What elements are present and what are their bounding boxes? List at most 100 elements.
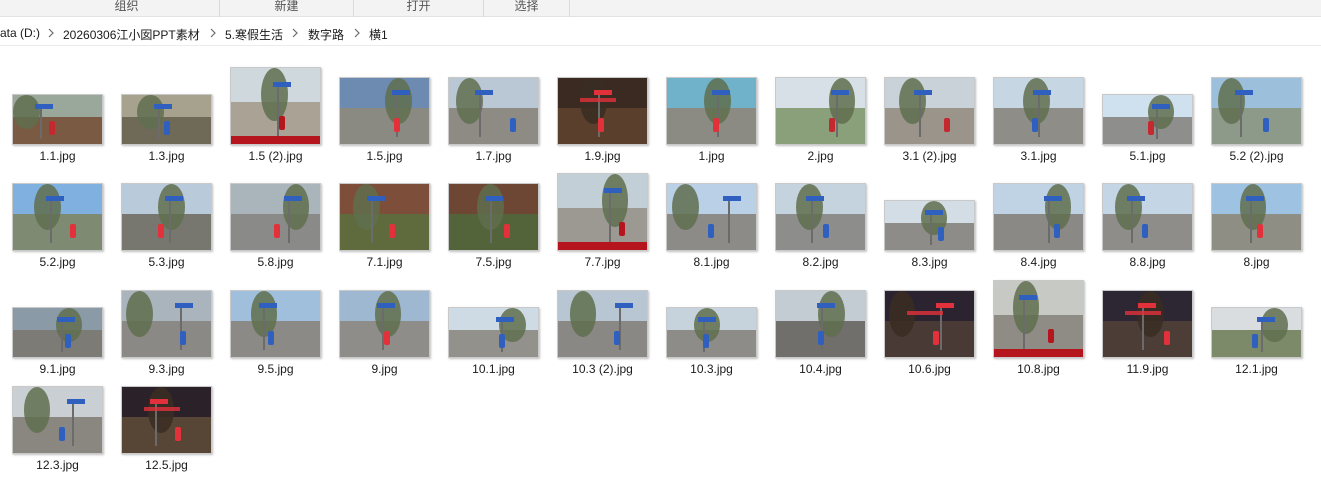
- file-item[interactable]: 11.9.jpg: [1093, 286, 1202, 382]
- file-item[interactable]: 12.3.jpg: [3, 382, 112, 478]
- file-thumbnail[interactable]: [439, 179, 548, 251]
- file-thumbnail[interactable]: [984, 280, 1093, 358]
- file-thumbnail[interactable]: [657, 286, 766, 358]
- file-item[interactable]: 10.6.jpg: [875, 286, 984, 382]
- file-item[interactable]: 8.jpg: [1202, 179, 1311, 275]
- photo-thumbnail-image: [1211, 307, 1302, 358]
- thumb-person: [1257, 224, 1264, 239]
- file-item[interactable]: 8.4.jpg: [984, 179, 1093, 275]
- file-thumbnail[interactable]: [112, 382, 221, 454]
- file-item[interactable]: 1.1.jpg: [3, 73, 112, 169]
- file-item[interactable]: 9.jpg: [330, 286, 439, 382]
- file-item[interactable]: 7.1.jpg: [330, 179, 439, 275]
- file-thumbnail[interactable]: [112, 73, 221, 145]
- thumb-street-sign: [474, 89, 493, 95]
- file-thumbnail[interactable]: [766, 286, 875, 358]
- file-item[interactable]: 1.3.jpg: [112, 73, 221, 169]
- file-thumbnail[interactable]: [875, 73, 984, 145]
- file-item[interactable]: 1.jpg: [657, 73, 766, 169]
- file-item[interactable]: 2.jpg: [766, 73, 875, 169]
- chevron-right-icon[interactable]: [353, 28, 361, 38]
- file-name: 1.7.jpg: [475, 149, 512, 163]
- file-thumbnail[interactable]: [112, 179, 221, 251]
- file-thumbnail[interactable]: [221, 286, 330, 358]
- file-item[interactable]: 1.7.jpg: [439, 73, 548, 169]
- photo-thumbnail-image: [339, 290, 430, 358]
- breadcrumb-folder-winter[interactable]: 5.寒假生活: [225, 26, 283, 43]
- file-item[interactable]: 12.1.jpg: [1202, 286, 1311, 382]
- file-thumbnail[interactable]: [221, 67, 330, 145]
- file-thumbnail[interactable]: [766, 73, 875, 145]
- file-item[interactable]: 1.5.jpg: [330, 73, 439, 169]
- file-item[interactable]: 10.8.jpg: [984, 280, 1093, 382]
- file-thumbnail[interactable]: [1202, 73, 1311, 145]
- file-thumbnail[interactable]: [1093, 73, 1202, 145]
- thumb-street-sign: [593, 89, 612, 95]
- file-item[interactable]: 8.1.jpg: [657, 179, 766, 275]
- breadcrumb-drive[interactable]: ata (D:): [0, 26, 40, 40]
- photo-thumbnail-image: [12, 183, 103, 251]
- file-thumbnail[interactable]: [3, 382, 112, 454]
- file-thumbnail[interactable]: [3, 286, 112, 358]
- thumb-street-sign: [175, 302, 194, 308]
- file-thumbnail[interactable]: [1202, 179, 1311, 251]
- file-item[interactable]: 1.5 (2).jpg: [221, 67, 330, 169]
- file-thumbnail[interactable]: [330, 286, 439, 358]
- breadcrumb-folder-current[interactable]: 横1: [369, 26, 388, 43]
- file-item[interactable]: 9.3.jpg: [112, 286, 221, 382]
- thumb-person: [273, 224, 280, 239]
- chevron-right-icon[interactable]: [47, 28, 55, 38]
- file-item[interactable]: 10.3 (2).jpg: [548, 286, 657, 382]
- file-item[interactable]: 5.2 (2).jpg: [1202, 73, 1311, 169]
- file-thumbnail[interactable]: [548, 173, 657, 251]
- file-item[interactable]: 10.1.jpg: [439, 286, 548, 382]
- thumb-person: [702, 334, 709, 349]
- breadcrumb-folder-material[interactable]: 20260306江小囡PPT素材: [63, 26, 200, 43]
- file-thumbnail[interactable]: [657, 179, 766, 251]
- file-item[interactable]: 12.5.jpg: [112, 382, 221, 478]
- file-item[interactable]: 5.3.jpg: [112, 179, 221, 275]
- file-thumbnail[interactable]: [875, 179, 984, 251]
- file-item[interactable]: 9.5.jpg: [221, 286, 330, 382]
- breadcrumb-folder-road[interactable]: 数字路: [308, 26, 344, 43]
- file-thumbnail[interactable]: [657, 73, 766, 145]
- file-thumbnail[interactable]: [112, 286, 221, 358]
- thumb-pole: [1048, 198, 1051, 244]
- thumb-person: [713, 118, 720, 133]
- thumb-tree: [1239, 184, 1267, 231]
- file-item[interactable]: 10.4.jpg: [766, 286, 875, 382]
- file-item[interactable]: 5.8.jpg: [221, 179, 330, 275]
- file-thumbnail[interactable]: [3, 73, 112, 145]
- file-item[interactable]: 5.1.jpg: [1093, 73, 1202, 169]
- file-thumbnail[interactable]: [1093, 179, 1202, 251]
- file-item[interactable]: 8.8.jpg: [1093, 179, 1202, 275]
- file-item[interactable]: 10.3.jpg: [657, 286, 766, 382]
- file-thumbnail[interactable]: [984, 179, 1093, 251]
- file-thumbnail[interactable]: [548, 286, 657, 358]
- chevron-right-icon[interactable]: [291, 28, 299, 38]
- file-thumbnail[interactable]: [1093, 286, 1202, 358]
- file-thumbnail[interactable]: [1202, 286, 1311, 358]
- file-item[interactable]: 9.1.jpg: [3, 286, 112, 382]
- file-thumbnail[interactable]: [221, 179, 330, 251]
- file-thumbnail[interactable]: [439, 73, 548, 145]
- file-thumbnail[interactable]: [330, 73, 439, 145]
- file-thumbnail[interactable]: [3, 179, 112, 251]
- file-item[interactable]: 7.7.jpg: [548, 173, 657, 275]
- file-thumbnail[interactable]: [330, 179, 439, 251]
- file-item[interactable]: 8.3.jpg: [875, 179, 984, 275]
- file-item[interactable]: 3.1.jpg: [984, 73, 1093, 169]
- file-item[interactable]: 3.1 (2).jpg: [875, 73, 984, 169]
- chevron-right-icon[interactable]: [209, 28, 217, 38]
- file-item[interactable]: 7.5.jpg: [439, 179, 548, 275]
- address-bar[interactable]: ata (D:) 20260306江小囡PPT素材 5.寒假生活 数字路 横1: [0, 21, 1321, 46]
- file-thumbnail[interactable]: [548, 73, 657, 145]
- file-item[interactable]: 1.9.jpg: [548, 73, 657, 169]
- file-item[interactable]: 5.2.jpg: [3, 179, 112, 275]
- thumb-street-sign: [1043, 195, 1062, 201]
- file-thumbnail[interactable]: [875, 286, 984, 358]
- file-thumbnail[interactable]: [766, 179, 875, 251]
- file-thumbnail[interactable]: [984, 73, 1093, 145]
- file-thumbnail[interactable]: [439, 286, 548, 358]
- file-item[interactable]: 8.2.jpg: [766, 179, 875, 275]
